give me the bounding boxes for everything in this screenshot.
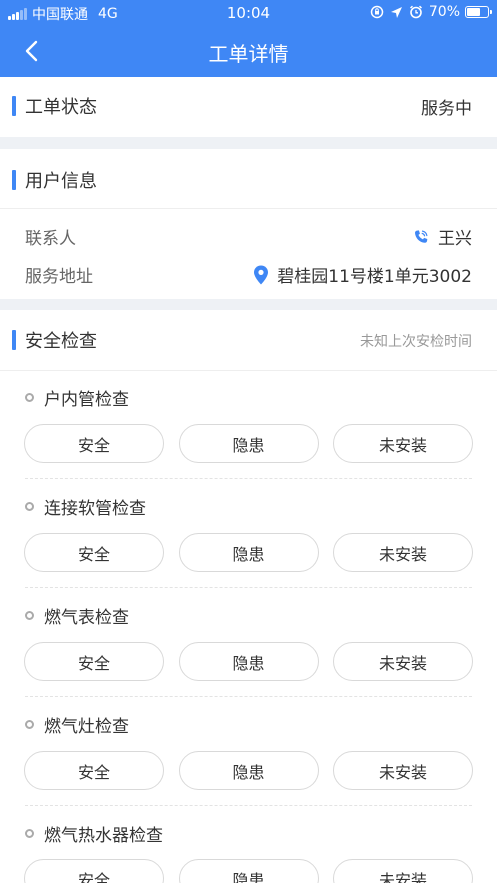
user-info-title: 用户信息 (25, 171, 97, 192)
option-safe-button[interactable]: 安全 (24, 859, 164, 883)
check-options: 安全 隐患 未安装 (24, 533, 473, 573)
status-right: 70% (364, 4, 492, 20)
option-hazard-button[interactable]: 隐患 (178, 642, 319, 681)
section-accent-bar (12, 96, 16, 116)
divider (0, 208, 497, 209)
dashed-divider (25, 696, 472, 697)
nav-bar: 工单详情 (0, 26, 497, 77)
order-status-label: 工单状态 (25, 97, 97, 118)
check-options: 安全 隐患 未安装 (24, 424, 473, 464)
option-safe-button[interactable]: 安全 (24, 751, 164, 790)
option-not-installed-button[interactable]: 未安装 (333, 859, 473, 883)
contact-value: 王兴 (438, 229, 472, 249)
check-item: 燃气灶检查 安全 隐患 未安装 (0, 698, 497, 807)
check-item: 连接软管检查 安全 隐患 未安装 (0, 480, 497, 589)
option-not-installed-button[interactable]: 未安装 (333, 751, 473, 790)
address-value: 碧桂园11号楼1单元3002 (277, 267, 472, 287)
option-safe-button[interactable]: 安全 (24, 533, 164, 572)
battery-percent: 70% (428, 4, 460, 20)
address-row: 服务地址 碧桂园11号楼1单元3002 (0, 254, 497, 292)
battery-icon (465, 6, 492, 18)
phone-icon[interactable] (412, 228, 430, 246)
option-not-installed-button[interactable]: 未安装 (333, 533, 473, 572)
option-hazard-button[interactable]: 隐患 (178, 859, 319, 883)
safety-check-card: 安全检查 未知上次安检时间 户内管检查 安全 隐患 未安装 连接软管检查 安全 … (0, 310, 497, 883)
check-item-name: 燃气表检查 (44, 608, 129, 628)
bullet-icon (25, 393, 34, 402)
last-check-hint: 未知上次安检时间 (360, 334, 472, 350)
bullet-icon (25, 502, 34, 511)
check-item: 燃气表检查 安全 隐患 未安装 (0, 589, 497, 698)
safety-check-header: 安全检查 未知上次安检时间 (0, 311, 497, 369)
check-item-name: 户内管检查 (44, 390, 129, 410)
address-label: 服务地址 (25, 267, 93, 287)
section-accent-bar (12, 170, 16, 190)
contact-row: 联系人 王兴 (0, 216, 497, 254)
check-item: 燃气热水器检查 安全 隐患 未安装 (0, 807, 497, 883)
location-arrow-icon (390, 6, 403, 19)
dashed-divider (25, 805, 472, 806)
address-value-group[interactable]: 碧桂园11号楼1单元3002 (253, 262, 472, 287)
check-item-name: 燃气灶检查 (44, 717, 129, 737)
check-options: 安全 隐患 未安装 (24, 859, 473, 883)
option-not-installed-button[interactable]: 未安装 (333, 424, 473, 463)
order-status-card: 工单状态 服务中 (0, 77, 497, 137)
option-hazard-button[interactable]: 隐患 (178, 424, 319, 463)
option-hazard-button[interactable]: 隐患 (178, 533, 319, 572)
check-item-name: 连接软管检查 (44, 499, 146, 519)
option-safe-button[interactable]: 安全 (24, 424, 164, 463)
option-hazard-button[interactable]: 隐患 (178, 751, 319, 790)
location-pin-icon (253, 265, 269, 285)
order-status-row: 工单状态 服务中 (0, 77, 497, 135)
check-item: 户内管检查 安全 隐患 未安装 (0, 371, 497, 480)
safety-check-title: 安全检查 (25, 331, 97, 352)
check-item-name: 燃气热水器检查 (44, 826, 163, 846)
rotation-lock-icon (370, 5, 384, 19)
bullet-icon (25, 611, 34, 620)
bullet-icon (25, 829, 34, 838)
status-bar: 中国联通 4G 10:04 70% (0, 0, 497, 26)
page-title: 工单详情 (208, 42, 289, 66)
contact-value-group[interactable]: 王兴 (412, 224, 472, 249)
dashed-divider (25, 587, 472, 588)
check-options: 安全 隐患 未安装 (24, 751, 473, 791)
check-options: 安全 隐患 未安装 (24, 642, 473, 682)
contact-label: 联系人 (25, 229, 76, 249)
dashed-divider (25, 478, 472, 479)
user-info-card: 用户信息 联系人 王兴 服务地址 碧桂园11号楼1单元3002 (0, 149, 497, 299)
top-bar: 中国联通 4G 10:04 70% 工单详情 (0, 0, 497, 77)
order-status-value: 服务中 (421, 99, 472, 119)
option-not-installed-button[interactable]: 未安装 (333, 642, 473, 681)
option-safe-button[interactable]: 安全 (24, 642, 164, 681)
alarm-icon (409, 5, 423, 19)
user-info-header: 用户信息 (0, 151, 497, 209)
bullet-icon (25, 720, 34, 729)
section-accent-bar (12, 330, 16, 350)
